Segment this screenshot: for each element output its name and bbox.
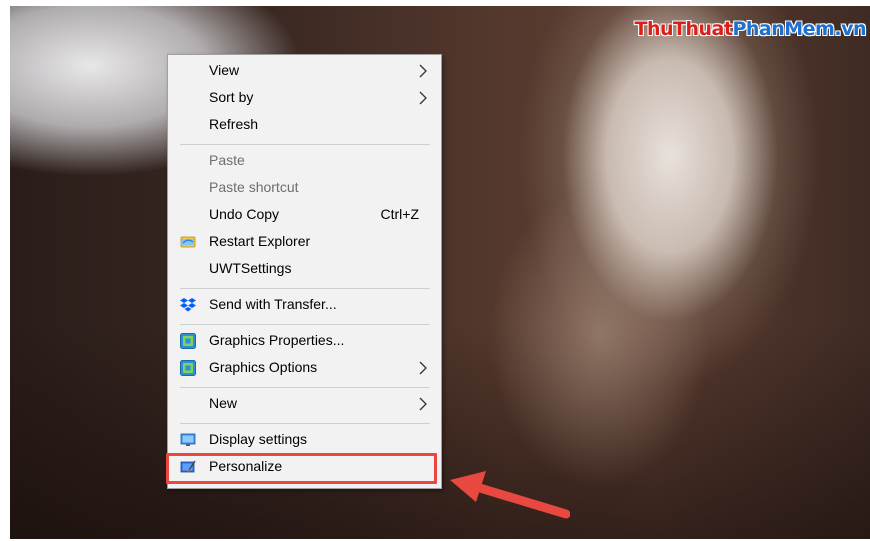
watermark-part-2: PhanMem <box>732 18 835 40</box>
menu-item-graphics-options[interactable]: Graphics Options <box>168 355 441 381</box>
chevron-right-icon <box>419 397 427 411</box>
menu-item-label: Sort by <box>209 89 254 105</box>
menu-separator <box>180 423 430 424</box>
chevron-right-icon <box>419 64 427 78</box>
desktop-context-menu: View Sort by Refresh Paste Paste shortcu… <box>167 54 442 489</box>
chevron-right-icon <box>419 91 427 105</box>
intel-graphics-icon <box>180 360 196 376</box>
menu-item-label: Display settings <box>209 431 308 447</box>
menu-item-sort-by[interactable]: Sort by <box>168 85 441 111</box>
menu-item-label: Send with Transfer... <box>209 296 337 312</box>
watermark-part-3: .vn <box>834 18 866 40</box>
site-watermark: ThuThuatPhanMem.vn <box>634 18 867 40</box>
menu-separator <box>180 144 430 145</box>
menu-item-uwtsettings[interactable]: UWTSettings <box>168 256 441 282</box>
menu-item-label: Graphics Options <box>209 359 318 375</box>
menu-separator <box>180 288 430 289</box>
menu-item-view[interactable]: View <box>168 58 441 84</box>
watermark-part-1: ThuThuat <box>634 18 733 40</box>
menu-item-send-with-transfer[interactable]: Send with Transfer... <box>168 292 441 318</box>
menu-item-refresh[interactable]: Refresh <box>168 112 441 138</box>
menu-item-label: Graphics Properties... <box>209 332 345 348</box>
display-icon <box>180 433 196 446</box>
menu-item-label: Paste shortcut <box>209 179 299 195</box>
restart-explorer-icon <box>180 236 196 248</box>
menu-item-display-settings[interactable]: Display settings <box>168 427 441 453</box>
menu-item-new[interactable]: New <box>168 391 441 417</box>
pointer-arrow-icon <box>450 471 570 519</box>
menu-item-undo-copy[interactable]: Undo Copy Ctrl+Z <box>168 202 441 228</box>
personalize-highlight-box <box>166 453 437 484</box>
menu-item-paste-shortcut[interactable]: Paste shortcut <box>168 175 441 201</box>
menu-item-label: New <box>209 395 238 411</box>
chevron-right-icon <box>419 361 427 375</box>
menu-separator <box>180 324 430 325</box>
menu-item-label: Paste <box>209 152 245 168</box>
menu-item-shortcut: Ctrl+Z <box>380 206 420 222</box>
menu-separator <box>180 387 430 388</box>
intel-graphics-icon <box>180 333 196 349</box>
menu-item-paste[interactable]: Paste <box>168 148 441 174</box>
menu-item-label: UWTSettings <box>209 260 292 276</box>
menu-item-label: View <box>209 62 240 78</box>
menu-item-restart-explorer[interactable]: Restart Explorer <box>168 229 441 255</box>
menu-item-label: Undo Copy <box>209 206 280 222</box>
dropbox-icon <box>180 298 196 312</box>
menu-item-label: Restart Explorer <box>209 233 311 249</box>
menu-item-label: Refresh <box>209 116 259 132</box>
menu-item-graphics-properties[interactable]: Graphics Properties... <box>168 328 441 354</box>
